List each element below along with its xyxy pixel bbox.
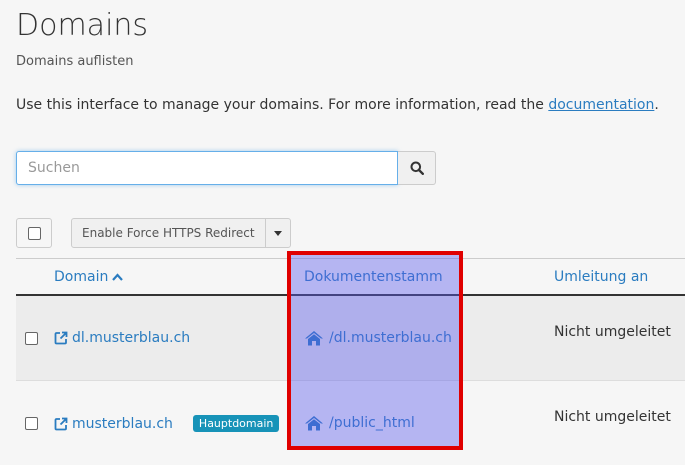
docroot-column-highlight [287, 251, 463, 450]
domain-link[interactable]: dl.musterblau.ch [54, 330, 190, 346]
redirect-status: Nicht umgeleitet [554, 409, 671, 425]
force-https-button-group: Enable Force HTTPS Redirect [71, 218, 291, 248]
documentation-link[interactable]: documentation [548, 97, 654, 113]
intro-text: Use this interface to manage your domain… [16, 97, 659, 113]
select-all-button[interactable] [16, 218, 52, 248]
intro-text-body: Use this interface to manage your domain… [16, 97, 549, 113]
page-subtitle: Domains auflisten [16, 54, 134, 69]
external-link-icon [54, 417, 68, 430]
search-button[interactable] [398, 151, 436, 185]
column-header-domain-label: Domain [54, 269, 109, 285]
search-bar [16, 151, 436, 185]
domain-link[interactable]: musterblau.ch Hauptdomain [54, 415, 280, 432]
main-domain-badge: Hauptdomain [192, 415, 280, 432]
search-icon [410, 161, 424, 175]
column-header-domain[interactable]: Domain [54, 269, 124, 285]
chevron-up-icon [112, 273, 124, 281]
select-all-checkbox[interactable] [27, 226, 41, 240]
page-title: Domains [16, 8, 149, 43]
force-https-dropdown-toggle[interactable] [266, 219, 290, 247]
search-input[interactable] [16, 151, 398, 185]
redirect-status: Nicht umgeleitet [554, 324, 671, 340]
row-checkbox[interactable] [25, 332, 38, 345]
column-header-redirect[interactable]: Umleitung an [554, 269, 648, 285]
row-checkbox[interactable] [25, 417, 38, 430]
domain-name: dl.musterblau.ch [72, 330, 191, 346]
force-https-button[interactable]: Enable Force HTTPS Redirect [72, 219, 266, 247]
intro-text-end: . [654, 97, 659, 113]
caret-down-icon [273, 230, 282, 236]
domain-name: musterblau.ch [72, 415, 173, 432]
external-link-icon [54, 331, 68, 345]
